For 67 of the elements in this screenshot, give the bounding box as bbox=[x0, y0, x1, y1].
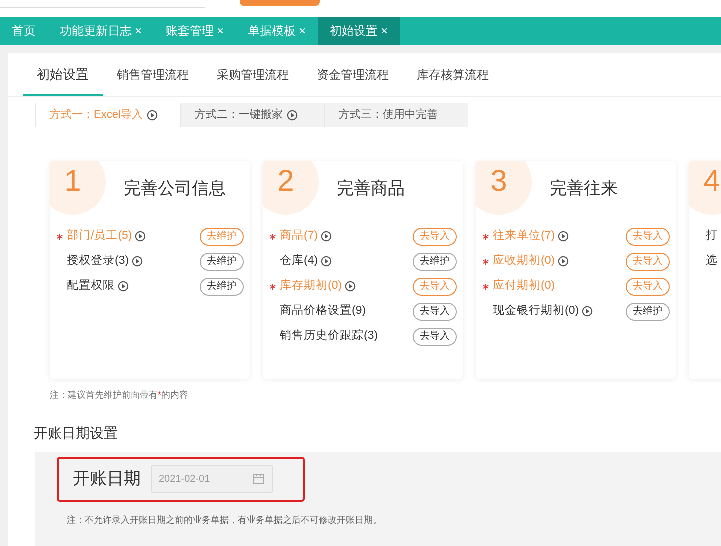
action-button[interactable]: 去导入 bbox=[626, 278, 670, 296]
play-icon[interactable] bbox=[321, 256, 332, 267]
asterisk-icon bbox=[270, 284, 276, 290]
action-button[interactable]: 去导入 bbox=[626, 228, 670, 246]
method-tab[interactable]: 方式三：使用中完善 bbox=[324, 103, 468, 127]
close-icon[interactable]: × bbox=[135, 22, 142, 40]
action-button[interactable]: 去维护 bbox=[413, 252, 457, 270]
item-link[interactable]: 选 bbox=[706, 252, 718, 270]
play-icon[interactable] bbox=[132, 256, 144, 267]
action-button[interactable]: 去导入 bbox=[413, 228, 457, 246]
action-button[interactable]: 去维护 bbox=[626, 302, 670, 320]
action-button[interactable]: 去导入 bbox=[413, 278, 457, 296]
asterisk-icon bbox=[483, 234, 489, 240]
asterisk-icon bbox=[483, 258, 489, 264]
item-link[interactable]: 打 bbox=[706, 228, 718, 246]
action-button[interactable]: 去维护 bbox=[200, 278, 244, 296]
field-label: 开账日期 bbox=[73, 468, 141, 490]
section-tab[interactable]: 采购管理流程 bbox=[203, 66, 303, 96]
item-link[interactable]: 现金银行期初(0) bbox=[493, 302, 594, 320]
item-link[interactable]: 商品(7) bbox=[280, 228, 332, 246]
card-title: 完善商品 bbox=[337, 178, 405, 200]
play-icon[interactable] bbox=[135, 231, 146, 242]
section-tab[interactable]: 销售管理流程 bbox=[103, 66, 203, 96]
play-icon[interactable] bbox=[558, 231, 570, 242]
nav-tab[interactable]: 首页 bbox=[0, 17, 48, 45]
hint-note: 注：建议首先维护前面带有*的内容 bbox=[50, 389, 190, 402]
section-tab[interactable]: 库存核算流程 bbox=[403, 66, 503, 96]
nav-tab[interactable]: 账套管理 × bbox=[154, 17, 236, 45]
item-link[interactable]: 应付期初(0) bbox=[493, 278, 556, 296]
close-icon[interactable]: × bbox=[381, 22, 388, 40]
play-icon[interactable] bbox=[582, 306, 594, 317]
item-link[interactable]: 商品价格设置(9) bbox=[280, 302, 366, 320]
asterisk-icon bbox=[57, 234, 63, 240]
date-field[interactable]: 2021-02-01 bbox=[151, 465, 273, 493]
play-icon[interactable] bbox=[345, 281, 356, 292]
close-icon[interactable]: × bbox=[299, 22, 306, 40]
asterisk-icon bbox=[270, 234, 276, 240]
action-button[interactable]: 去维护 bbox=[200, 252, 244, 270]
action-button[interactable]: 去导入 bbox=[413, 302, 457, 320]
item-link[interactable]: 销售历史价跟踪(3) bbox=[280, 328, 378, 346]
play-icon[interactable] bbox=[146, 110, 158, 120]
asterisk-icon bbox=[483, 284, 489, 290]
play-icon[interactable] bbox=[287, 110, 298, 120]
nav-tab[interactable]: 初始设置 × bbox=[318, 17, 400, 45]
nav-tab[interactable]: 功能更新日志 × bbox=[48, 17, 154, 45]
hint-note: 注：不允许录入开账日期之前的业务单据，有业务单据之后不可修改开账日期。 bbox=[67, 514, 383, 526]
item-link[interactable]: 仓库(4) bbox=[280, 252, 332, 270]
section-tab[interactable]: 初始设置 bbox=[23, 64, 103, 96]
item-link[interactable]: 部门/员工(5) bbox=[67, 228, 146, 246]
card-title: 完善往来 bbox=[550, 178, 618, 200]
action-button[interactable]: 去维护 bbox=[200, 228, 244, 246]
item-link[interactable]: 库存期初(0) bbox=[280, 278, 356, 296]
card-title: 完善公司信息 bbox=[124, 178, 226, 200]
play-icon[interactable] bbox=[558, 256, 570, 267]
section-tab[interactable]: 资金管理流程 bbox=[303, 66, 403, 96]
method-tab[interactable]: 方式二：一键搬家 bbox=[180, 103, 324, 127]
action-button[interactable]: 去导入 bbox=[413, 328, 457, 346]
item-link[interactable]: 授权登录(3) bbox=[67, 252, 144, 270]
nav-tab[interactable]: 单据模板 × bbox=[236, 17, 318, 45]
item-link[interactable]: 往来单位(7) bbox=[493, 228, 570, 246]
item-link[interactable]: 配置权限 bbox=[67, 278, 129, 296]
play-icon[interactable] bbox=[321, 231, 332, 242]
action-button[interactable]: 去导入 bbox=[626, 252, 670, 270]
play-icon[interactable] bbox=[118, 281, 129, 292]
item-link[interactable]: 应收期初(0) bbox=[493, 252, 570, 270]
close-icon[interactable]: × bbox=[217, 22, 224, 40]
section-heading: 开账日期设置 bbox=[34, 424, 119, 442]
